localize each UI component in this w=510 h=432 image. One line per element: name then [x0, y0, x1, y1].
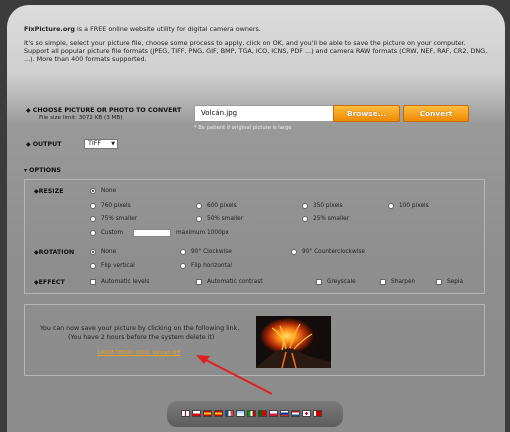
resize-label: RESIZE	[38, 188, 64, 195]
resize-label-row: ◆RESIZE	[34, 188, 64, 195]
effect-auto-levels-label: Automatic levels	[101, 279, 150, 285]
rotation-flip-horizontal-radio[interactable]	[180, 263, 186, 269]
download-link[interactable]: 1400578000_0001_Volcan.tiff	[97, 350, 180, 356]
flag-spanish-icon[interactable]	[203, 410, 212, 417]
effect-sepia-checkbox[interactable]	[436, 279, 442, 285]
file-input-value: Volcán.jpg	[201, 109, 238, 117]
resize-none-label: None	[101, 188, 117, 194]
effect-auto-contrast-checkbox[interactable]	[196, 279, 202, 285]
resize-75-radio[interactable]	[90, 216, 96, 222]
rotation-ccw-radio[interactable]	[291, 249, 297, 255]
result-message-2: (You have 2 hours before the system dele…	[68, 334, 215, 341]
resize-none-radio[interactable]	[90, 188, 96, 194]
resize-100-label: 100 pixels	[399, 203, 429, 209]
resize-custom-input[interactable]	[133, 229, 171, 237]
options-label-row[interactable]: ▾ OPTIONS	[24, 167, 61, 174]
rotation-label-row: ◆ROTATION	[34, 249, 74, 256]
resize-custom-label: Custom	[101, 230, 124, 236]
rotation-ccw-label: 90° Counterclockwise	[302, 249, 365, 255]
flag-portuguese-icon[interactable]	[258, 410, 267, 417]
effect-sharpen-checkbox[interactable]	[380, 279, 386, 285]
effect-auto-levels-checkbox[interactable]	[90, 279, 96, 285]
output-format-value: TIFF	[88, 140, 101, 147]
resize-50-label: 50% smaller	[207, 216, 244, 222]
convert-button[interactable]: Convert	[403, 105, 469, 122]
upload-label: CHOOSE PICTURE OR PHOTO TO CONVERT	[32, 107, 182, 114]
browse-button[interactable]: Browse...	[333, 105, 400, 122]
rotation-flip-vertical-radio[interactable]	[90, 263, 96, 269]
flag-dutch-icon[interactable]	[291, 410, 300, 417]
red-arrow-annotation	[196, 355, 273, 395]
rotation-none-label: None	[101, 249, 117, 255]
result-message-1: You can now save your picture by clickin…	[40, 325, 240, 332]
output-label-row: ◆ OUTPUT	[26, 141, 62, 148]
resize-350-label: 350 pixels	[313, 203, 343, 209]
resize-custom-max: maximum 1000px	[176, 230, 229, 236]
resize-75-label: 75% smaller	[101, 216, 138, 222]
effect-sepia-label: Sepia	[447, 279, 464, 285]
flag-japanese-icon[interactable]	[302, 410, 311, 417]
effect-label-row: ◆EFFECT	[34, 279, 65, 286]
upload-label-row: ◆ CHOOSE PICTURE OR PHOTO TO CONVERT	[26, 107, 181, 114]
rotation-flip-vertical-label: Flip vertical	[101, 263, 135, 269]
options-box	[24, 179, 485, 294]
flag-polish-icon[interactable]	[269, 410, 278, 417]
rotation-cw-label: 90° Clockwise	[191, 249, 232, 255]
rotation-cw-radio[interactable]	[180, 249, 186, 255]
effect-label: EFFECT	[38, 279, 65, 286]
flag-english-icon[interactable]	[181, 410, 190, 417]
bullet-icon: ◆	[26, 141, 33, 148]
flag-czech-icon[interactable]	[192, 410, 201, 417]
effect-greyscale-label: Greyscale	[327, 279, 356, 285]
resize-600-label: 600 pixels	[207, 203, 237, 209]
file-input[interactable]: Volcán.jpg	[194, 105, 334, 122]
flag-greek-icon[interactable]	[236, 410, 245, 417]
rotation-none-radio[interactable]	[90, 249, 96, 255]
resize-50-radio[interactable]	[196, 216, 202, 222]
flag-italian-icon[interactable]	[247, 410, 256, 417]
resize-600-radio[interactable]	[196, 203, 202, 209]
resize-100-radio[interactable]	[388, 203, 394, 209]
effect-greyscale-checkbox[interactable]	[316, 279, 322, 285]
rotation-label: ROTATION	[38, 249, 75, 256]
resize-25-radio[interactable]	[302, 216, 308, 222]
output-label: OUTPUT	[32, 141, 62, 148]
intro-line1: FixPicture.org is a FREE online website …	[24, 25, 494, 33]
bullet-icon: ◆	[26, 107, 33, 114]
resize-custom-radio[interactable]	[90, 230, 96, 236]
chevron-down-icon: ▼	[111, 141, 115, 147]
flag-catalan-icon[interactable]	[214, 410, 223, 417]
output-format-select[interactable]: TIFF ▼	[84, 139, 118, 149]
intro-line1-text: is a FREE online website utility for dig…	[74, 25, 261, 33]
intro-text: FixPicture.org is a FREE online website …	[24, 25, 494, 63]
options-label: OPTIONS	[29, 167, 61, 174]
flag-french-icon[interactable]	[225, 410, 234, 417]
rotation-flip-horizontal-label: Flip horizontal	[191, 263, 232, 269]
flag-other-icon[interactable]	[313, 410, 322, 417]
intro-paragraph-2: It's so simple, select your picture file…	[24, 39, 466, 47]
resize-760-label: 760 pixels	[101, 203, 131, 209]
resize-25-label: 25% smaller	[313, 216, 350, 222]
effect-sharpen-label: Sharpen	[391, 279, 416, 285]
upload-hint: * Be patient if original picture is larg…	[194, 125, 292, 131]
resize-760-radio[interactable]	[90, 203, 96, 209]
site-name: FixPicture.org	[24, 25, 75, 33]
effect-auto-contrast-label: Automatic contrast	[207, 279, 263, 285]
resize-350-radio[interactable]	[302, 203, 308, 209]
flag-russian-icon[interactable]	[280, 410, 289, 417]
intro-paragraph-3: Support all popular picture file formats…	[24, 47, 488, 63]
upload-size-limit: File size limit: 3072 KB (3 MB)	[39, 115, 123, 121]
